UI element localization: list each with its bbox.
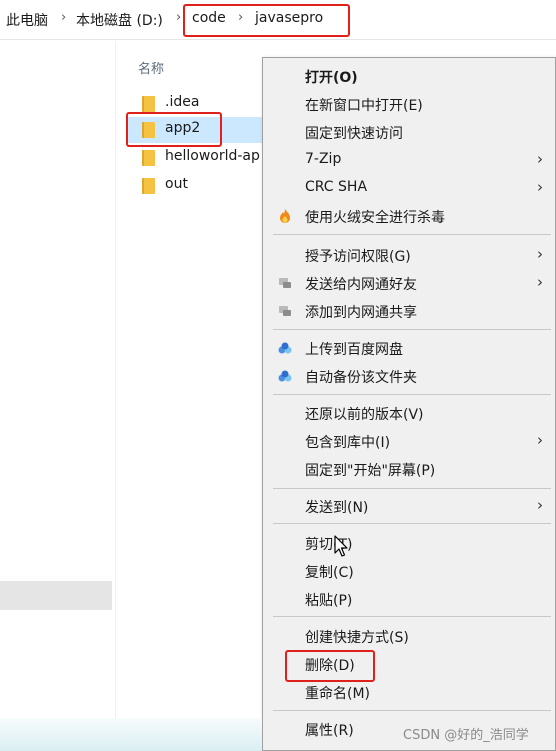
file-row-helloworld[interactable]: helloworld-ap: [128, 145, 278, 171]
menu-item-label: 使用火绒安全进行杀毒: [305, 210, 445, 226]
folder-icon: [142, 150, 155, 166]
menu-divider: [273, 394, 551, 395]
menu-item-label: 发送给内网通好友: [305, 277, 417, 293]
menu-item-label: 包含到库中(I): [305, 435, 391, 451]
menu-divider: [273, 523, 551, 524]
menu-divider: [273, 329, 551, 330]
menu-item-open[interactable]: 打开(O): [263, 62, 555, 90]
file-name: .idea: [165, 94, 200, 110]
menu-item-restore-versions[interactable]: 还原以前的版本(V): [263, 399, 555, 427]
menu-item-pin-quick-access[interactable]: 固定到快速访问: [263, 118, 555, 146]
menu-item-label: 打开(O): [305, 70, 358, 86]
breadcrumb-local-disk[interactable]: 本地磁盘 (D:): [76, 10, 163, 30]
menu-item-label: 发送到(N): [305, 500, 369, 516]
annotation-highlight-box: [285, 650, 375, 682]
file-name: out: [165, 176, 188, 192]
mouse-cursor-icon: [334, 535, 348, 557]
column-header-name[interactable]: 名称: [138, 58, 164, 77]
nav-selected-item[interactable]: [0, 581, 112, 610]
menu-item-cut[interactable]: 剪切(T): [263, 529, 555, 557]
menu-item-label: 自动备份该文件夹: [305, 370, 417, 386]
file-name: helloworld-ap: [165, 148, 260, 164]
menu-item-label: 上传到百度网盘: [305, 342, 403, 358]
menu-item-include-library[interactable]: 包含到库中(I) ›: [263, 427, 555, 455]
submenu-arrow-icon: ›: [537, 496, 543, 514]
menu-item-send-neiwangtong[interactable]: 发送给内网通好友 ›: [263, 269, 555, 297]
menu-item-label: 在新窗口中打开(E): [305, 98, 423, 114]
breadcrumb-separator-icon[interactable]: ›: [61, 10, 66, 25]
menu-item-label: 7-Zip: [305, 151, 342, 167]
breadcrumb-this-pc[interactable]: 此电脑: [6, 10, 48, 30]
menu-item-auto-backup[interactable]: 自动备份该文件夹: [263, 362, 555, 390]
menu-item-send-to[interactable]: 发送到(N) ›: [263, 492, 555, 520]
submenu-arrow-icon: ›: [537, 150, 543, 168]
annotation-highlight-box: [183, 4, 350, 37]
navigation-pane[interactable]: [0, 41, 116, 721]
menu-item-label: 添加到内网通共享: [305, 305, 417, 321]
baidu-netdisk-icon: [278, 370, 292, 382]
menu-item-label: 固定到"开始"屏幕(P): [305, 463, 436, 479]
menu-item-label: 固定到快速访问: [305, 126, 403, 142]
context-menu: 打开(O) 在新窗口中打开(E) 固定到快速访问 7-Zip › CRC SHA…: [262, 57, 556, 751]
submenu-arrow-icon: ›: [537, 431, 543, 449]
menu-item-7zip[interactable]: 7-Zip ›: [263, 146, 555, 174]
menu-item-copy[interactable]: 复制(C): [263, 557, 555, 585]
menu-item-label: 还原以前的版本(V): [305, 407, 424, 423]
menu-item-label: 属性(R): [305, 723, 354, 739]
menu-item-grant-access[interactable]: 授予访问权限(G) ›: [263, 241, 555, 269]
watermark-text: CSDN @好的_浩同学: [403, 728, 529, 743]
menu-item-upload-baidu[interactable]: 上传到百度网盘: [263, 334, 555, 362]
menu-item-label: 授予访问权限(G): [305, 249, 411, 265]
menu-item-open-new-window[interactable]: 在新窗口中打开(E): [263, 90, 555, 118]
menu-item-label: 重命名(M): [305, 686, 371, 702]
menu-item-rename[interactable]: 重命名(M): [263, 678, 555, 706]
submenu-arrow-icon: ›: [537, 178, 543, 196]
menu-item-paste[interactable]: 粘贴(P): [263, 585, 555, 613]
menu-item-label: CRC SHA: [305, 179, 368, 195]
menu-divider: [273, 710, 551, 711]
baidu-netdisk-icon: [278, 342, 292, 354]
folder-icon: [142, 96, 155, 112]
menu-item-crc-sha[interactable]: CRC SHA ›: [263, 174, 555, 202]
menu-item-add-neiwangtong-share[interactable]: 添加到内网通共享: [263, 297, 555, 325]
menu-item-create-shortcut[interactable]: 创建快捷方式(S): [263, 622, 555, 650]
huorong-icon: [280, 209, 290, 223]
menu-item-label: 粘贴(P): [305, 593, 353, 609]
submenu-arrow-icon: ›: [537, 245, 543, 263]
menu-item-huorong-scan[interactable]: 使用火绒安全进行杀毒: [263, 202, 555, 230]
menu-item-pin-start[interactable]: 固定到"开始"屏幕(P): [263, 455, 555, 483]
folder-icon: [142, 178, 155, 194]
menu-item-label: 复制(C): [305, 565, 354, 581]
menu-item-label: 创建快捷方式(S): [305, 630, 409, 646]
neiwangtong-icon: [279, 278, 291, 288]
submenu-arrow-icon: ›: [537, 273, 543, 291]
menu-divider: [273, 488, 551, 489]
annotation-highlight-box: [126, 112, 222, 147]
menu-divider: [273, 616, 551, 617]
bottom-decoration: [0, 718, 262, 751]
breadcrumb-separator-icon[interactable]: ›: [176, 10, 181, 25]
menu-divider: [273, 234, 551, 235]
neiwangtong-icon: [279, 306, 291, 316]
file-row-out[interactable]: out: [128, 173, 278, 199]
